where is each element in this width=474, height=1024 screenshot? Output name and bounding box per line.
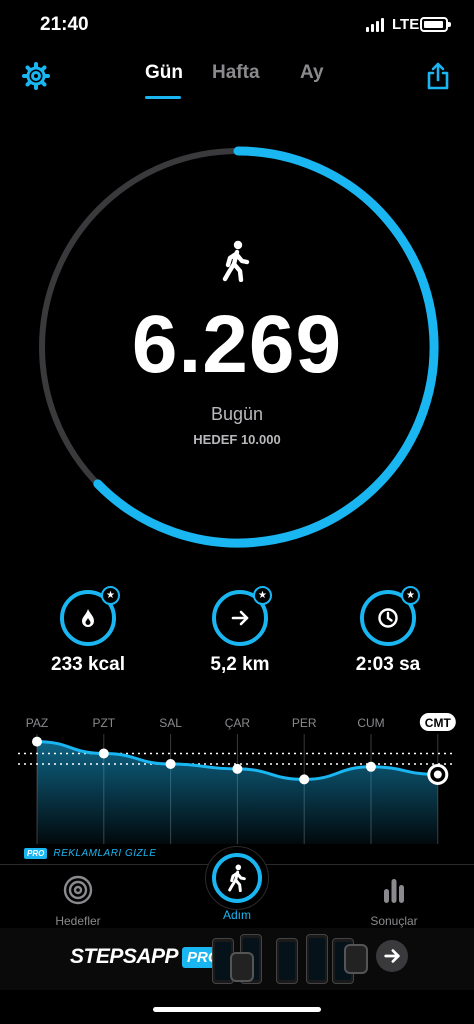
- share-button[interactable]: [422, 60, 454, 92]
- distance-circle: ★: [212, 586, 272, 646]
- remove-ads-link[interactable]: PRO REKLAMLARI GIZLE: [24, 848, 156, 859]
- arrow-right-icon: [231, 610, 249, 626]
- share-icon: [427, 62, 449, 90]
- distance-stat[interactable]: ★ 5,2 km: [170, 586, 310, 676]
- tab-week[interactable]: Hafta: [212, 62, 260, 84]
- day-point[interactable]: [98, 748, 109, 759]
- target-icon: [63, 875, 93, 905]
- status-time: 21:40: [40, 14, 89, 35]
- day-label[interactable]: PAZ: [26, 716, 48, 730]
- day-label[interactable]: SAL: [159, 716, 182, 730]
- star-badge-icon: ★: [101, 586, 120, 605]
- tab-month[interactable]: Ay: [300, 62, 324, 84]
- flame-icon: [82, 609, 94, 627]
- duration-circle: ★: [360, 586, 420, 646]
- tab-steps-label: Adım: [222, 908, 251, 922]
- goal-label: HEDEF 10.000: [193, 432, 281, 447]
- day-point[interactable]: [165, 759, 176, 769]
- active-tab-indicator: [145, 96, 181, 99]
- duration-stat[interactable]: ★ 2:03 sa: [318, 586, 458, 676]
- tab-steps[interactable]: [205, 846, 269, 910]
- promo-open-button[interactable]: [376, 940, 408, 972]
- day-label[interactable]: CUM: [357, 716, 384, 730]
- day-point[interactable]: [299, 774, 310, 785]
- day-point[interactable]: [366, 761, 376, 772]
- star-badge-icon: ★: [253, 586, 272, 605]
- day-label[interactable]: ÇAR: [225, 716, 251, 730]
- home-indicator: [153, 1007, 321, 1012]
- pro-badge: PRO: [24, 848, 48, 859]
- day-point[interactable]: [232, 763, 243, 774]
- tab-steps-circle: [212, 853, 262, 903]
- walking-person-icon: [222, 240, 250, 282]
- calories-circle: ★: [60, 586, 120, 646]
- day-label[interactable]: CMT: [425, 716, 452, 730]
- day-label[interactable]: PZT: [92, 716, 115, 730]
- remove-ads-label: REKLAMLARI GIZLE: [53, 848, 157, 859]
- tab-results-label: Sonuçlar: [370, 914, 418, 928]
- tab-day[interactable]: Gün: [145, 62, 183, 84]
- distance-value: 5,2 km: [210, 654, 270, 675]
- step-count: 6.269: [131, 299, 343, 390]
- today-label: Bugün: [210, 404, 264, 424]
- tab-goals-label: Hedefler: [55, 914, 101, 928]
- selected-day-point-center: [433, 770, 442, 779]
- promo-devices-image: [212, 934, 372, 986]
- clock-icon: [378, 608, 398, 628]
- network-label: LTE: [392, 16, 420, 33]
- tab-goals[interactable]: Hedefler: [33, 875, 123, 928]
- day-point[interactable]: [32, 736, 42, 747]
- promo-logo: STEPSAPP PRO: [70, 945, 225, 969]
- tab-results[interactable]: Sonuçlar: [349, 875, 439, 928]
- signal-icon: [366, 18, 384, 32]
- promo-brand: STEPSAPP: [70, 945, 179, 968]
- bar-chart-icon: [384, 879, 404, 903]
- calories-stat[interactable]: ★ 233 kcal: [18, 586, 158, 676]
- promo-banner[interactable]: STEPSAPP PRO: [0, 928, 474, 990]
- star-badge-icon: ★: [401, 586, 420, 605]
- calories-value: 233 kcal: [51, 654, 125, 675]
- duration-value: 2:03 sa: [355, 654, 421, 675]
- status-bar: 21:40 LTE: [0, 0, 474, 52]
- weekly-steps-chart: PAZ PZT SAL ÇAR PER CUM CMT: [18, 713, 456, 844]
- period-tabs: Gün Hafta Ay: [0, 62, 474, 102]
- day-label[interactable]: PER: [292, 716, 317, 730]
- walking-person-icon: [228, 864, 246, 892]
- battery-icon: [420, 17, 451, 32]
- arrow-right-icon: [384, 949, 400, 963]
